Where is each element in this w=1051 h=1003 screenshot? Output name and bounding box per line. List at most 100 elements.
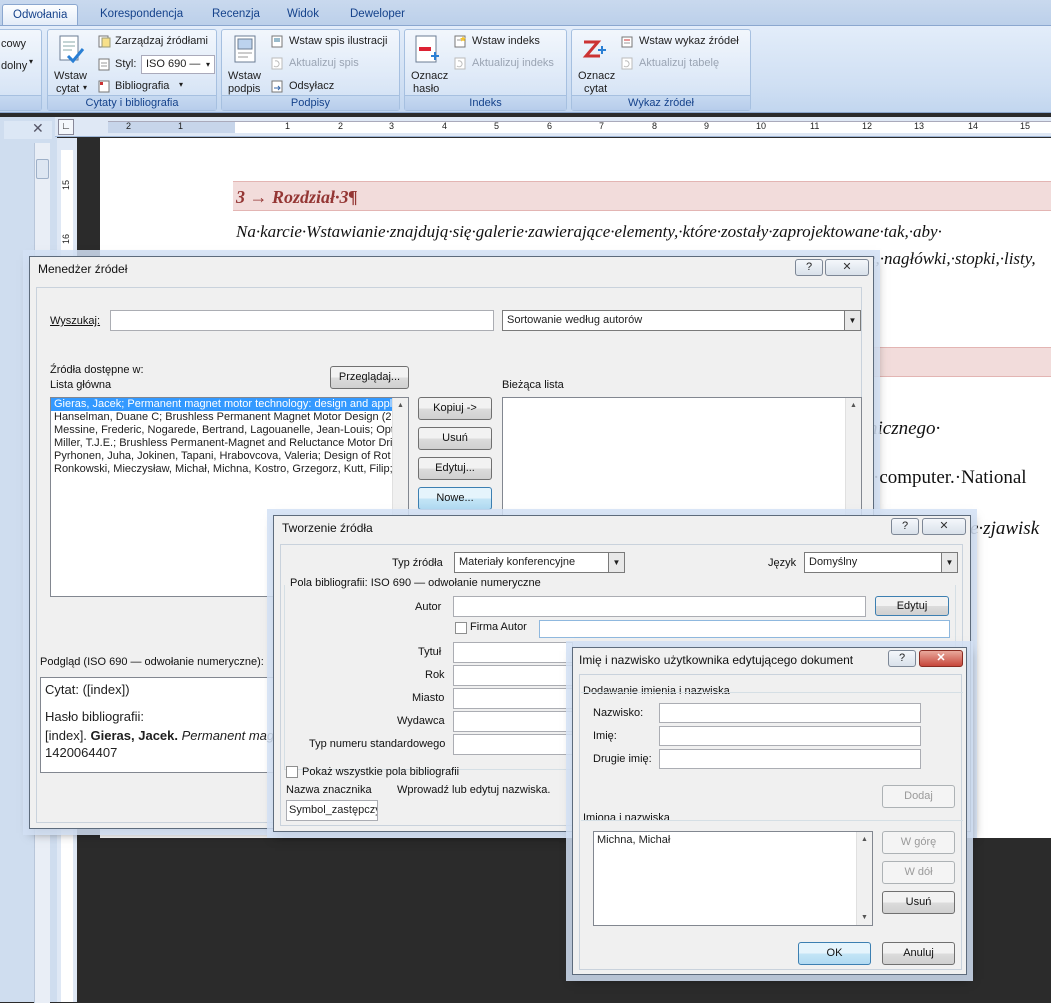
search-input[interactable] (110, 310, 494, 331)
current-source-list[interactable]: ▲ (502, 397, 862, 517)
source-type-dropdown[interactable]: Materiały konferencyjne ▼ (454, 552, 625, 573)
preview-bib-author: Gieras, Jacek. (90, 728, 179, 743)
update-toa-button[interactable]: Aktualizuj tabelę (639, 57, 719, 69)
scroll-up-icon[interactable]: ▲ (393, 398, 408, 413)
list-item[interactable]: Michna, Michał (594, 834, 872, 847)
mark-entry-button[interactable]: Oznacz (411, 70, 448, 82)
tab-review[interactable]: Recenzja (202, 4, 270, 25)
edit-button[interactable]: Edytuj... (418, 457, 492, 480)
mark-entry-icon[interactable] (413, 34, 443, 66)
list-item[interactable]: Pyrhonen, Juha, Jokinen, Tapani, Hrabovc… (51, 450, 408, 463)
bibliography-button[interactable]: Bibliografia (115, 80, 169, 92)
close-icon: ✕ (842, 261, 852, 273)
edit-author-button[interactable]: Edytuj (875, 596, 949, 616)
cut-label-1[interactable]: cowy (1, 38, 26, 50)
ruler-tick: 13 (914, 121, 925, 131)
update-index-button[interactable]: Aktualizuj indeks (472, 57, 554, 69)
scroll-up-icon[interactable]: ▲ (846, 398, 861, 413)
body-text-fragment[interactable]: e·zjawisk (970, 518, 1039, 540)
language-dropdown[interactable]: Domyślny ▼ (804, 552, 958, 573)
close-button[interactable]: ✕ (825, 259, 869, 276)
tab-mailings[interactable]: Korespondencja (90, 4, 193, 25)
sort-dropdown[interactable]: Sortowanie według autorów ▼ (502, 310, 861, 331)
group-label-toa: Wykaz źródeł (572, 95, 750, 110)
close-icon[interactable]: ✕ (32, 120, 44, 137)
insert-caption-button[interactable]: Wstaw (228, 70, 261, 82)
corporate-author-checkbox[interactable] (455, 622, 467, 634)
middle-name-input[interactable] (659, 749, 921, 769)
ruler-tick: 9 (704, 121, 710, 131)
style-dropdown[interactable]: ISO 690 — ▾ (141, 55, 215, 74)
browse-button[interactable]: Przeglądaj... (330, 366, 409, 389)
publisher-input[interactable] (453, 711, 573, 732)
cut-label-2[interactable]: dolny (1, 60, 27, 72)
mark-citation-icon[interactable] (580, 34, 610, 66)
list-item[interactable]: Messine, Frederic, Nogarede, Bertrand, L… (51, 424, 408, 437)
author-input[interactable] (453, 596, 866, 617)
list-scrollbar[interactable]: ▲ (845, 398, 861, 516)
show-all-fields-checkbox[interactable] (286, 766, 298, 778)
group-index: Oznacz hasło Wstaw indeks Aktualizuj ind… (404, 29, 567, 111)
standard-number-input[interactable] (453, 734, 573, 755)
insert-citation-button[interactable]: Wstaw (54, 70, 87, 82)
new-source-button[interactable]: Nowe... (418, 487, 492, 510)
ok-button[interactable]: OK (798, 942, 871, 965)
insert-index-button[interactable]: Wstaw indeks (472, 35, 540, 47)
help-button[interactable]: ? (795, 259, 823, 276)
list-item[interactable]: Gieras, Jacek; Permanent magnet motor te… (51, 398, 408, 411)
cross-reference-button[interactable]: Odsyłacz (289, 80, 334, 92)
city-input[interactable] (453, 688, 573, 709)
body-text-fragment[interactable]: nicznego· (868, 418, 940, 440)
help-button[interactable]: ? (888, 650, 916, 667)
body-text-line[interactable]: Na·karcie·Wstawianie·znajdują·się·galeri… (236, 222, 942, 242)
body-text-fragment[interactable]: ·computer.·National (873, 467, 1027, 489)
list-item[interactable]: Ronkowski, Mieczysław, Michał, Michna, K… (51, 463, 408, 476)
add-name-button[interactable]: Dodaj (882, 785, 955, 808)
help-button[interactable]: ? (891, 518, 919, 535)
move-down-button[interactable]: W dół (882, 861, 955, 884)
ruler-tick: 1 (178, 121, 184, 131)
insert-table-of-figures-button[interactable]: Wstaw spis ilustracji (289, 35, 387, 47)
update-table-button[interactable]: Aktualizuj spis (289, 57, 359, 69)
insert-caption-label[interactable]: podpis (228, 83, 260, 95)
publisher-label: Wydawca (397, 715, 445, 727)
tag-name-input[interactable]: Symbol_zastępczy (286, 800, 378, 821)
year-input[interactable] (453, 665, 573, 686)
mark-entry-label[interactable]: hasło (413, 83, 439, 95)
list-item[interactable]: Miller, T.J.E.; Brushless Permanent-Magn… (51, 437, 408, 450)
list-item[interactable]: Hanselman, Duane C; Brushless Permanent … (51, 411, 408, 424)
tab-developer[interactable]: Deweloper (340, 4, 415, 25)
scroll-thumb[interactable] (36, 159, 49, 179)
manage-sources-button[interactable]: Zarządzaj źródłami (115, 35, 208, 47)
insert-toa-icon (621, 36, 633, 48)
preview-label: Podgląd (ISO 690 — odwołanie numeryczne)… (40, 656, 264, 668)
cancel-button[interactable]: Anuluj (882, 942, 955, 965)
ruler-tick: 2 (338, 121, 344, 131)
insert-toa-button[interactable]: Wstaw wykaz źródeł (639, 35, 739, 47)
tab-references[interactable]: Odwołania (2, 4, 79, 25)
first-name-input[interactable] (659, 726, 921, 746)
scroll-up-icon[interactable]: ▲ (857, 832, 872, 847)
tab-selector-icon[interactable]: ∟ (58, 119, 74, 135)
names-list[interactable]: Michna, Michał ▲ ▼ (593, 831, 873, 926)
mark-citation-button[interactable]: Oznacz (578, 70, 615, 82)
close-button[interactable]: ✕ (922, 518, 966, 535)
list-scrollbar[interactable]: ▲ ▼ (856, 832, 872, 925)
insert-citation-icon[interactable] (56, 34, 86, 66)
copy-button[interactable]: Kopiuj -> (418, 397, 492, 420)
last-name-input[interactable] (659, 703, 921, 723)
mark-citation-label[interactable]: cytat (584, 83, 607, 95)
scroll-down-icon[interactable]: ▼ (857, 910, 872, 925)
title-input[interactable] (453, 642, 573, 663)
delete-button[interactable]: Usuń (418, 427, 492, 450)
move-up-button[interactable]: W górę (882, 831, 955, 854)
insert-citation-label[interactable]: cytat (56, 83, 79, 95)
insert-caption-icon[interactable] (230, 34, 260, 66)
chapter-heading[interactable]: 3 → Rozdział·3¶ (233, 181, 1051, 211)
delete-name-button[interactable]: Usuń (882, 891, 955, 914)
tab-view[interactable]: Widok (277, 4, 329, 25)
last-name-label: Nazwisko: (593, 707, 644, 719)
corporate-author-input[interactable] (539, 620, 950, 638)
close-button[interactable]: ✕ (919, 650, 963, 667)
body-text-line[interactable]: e,·nagłówki,·stopki,·listy, (868, 249, 1036, 269)
